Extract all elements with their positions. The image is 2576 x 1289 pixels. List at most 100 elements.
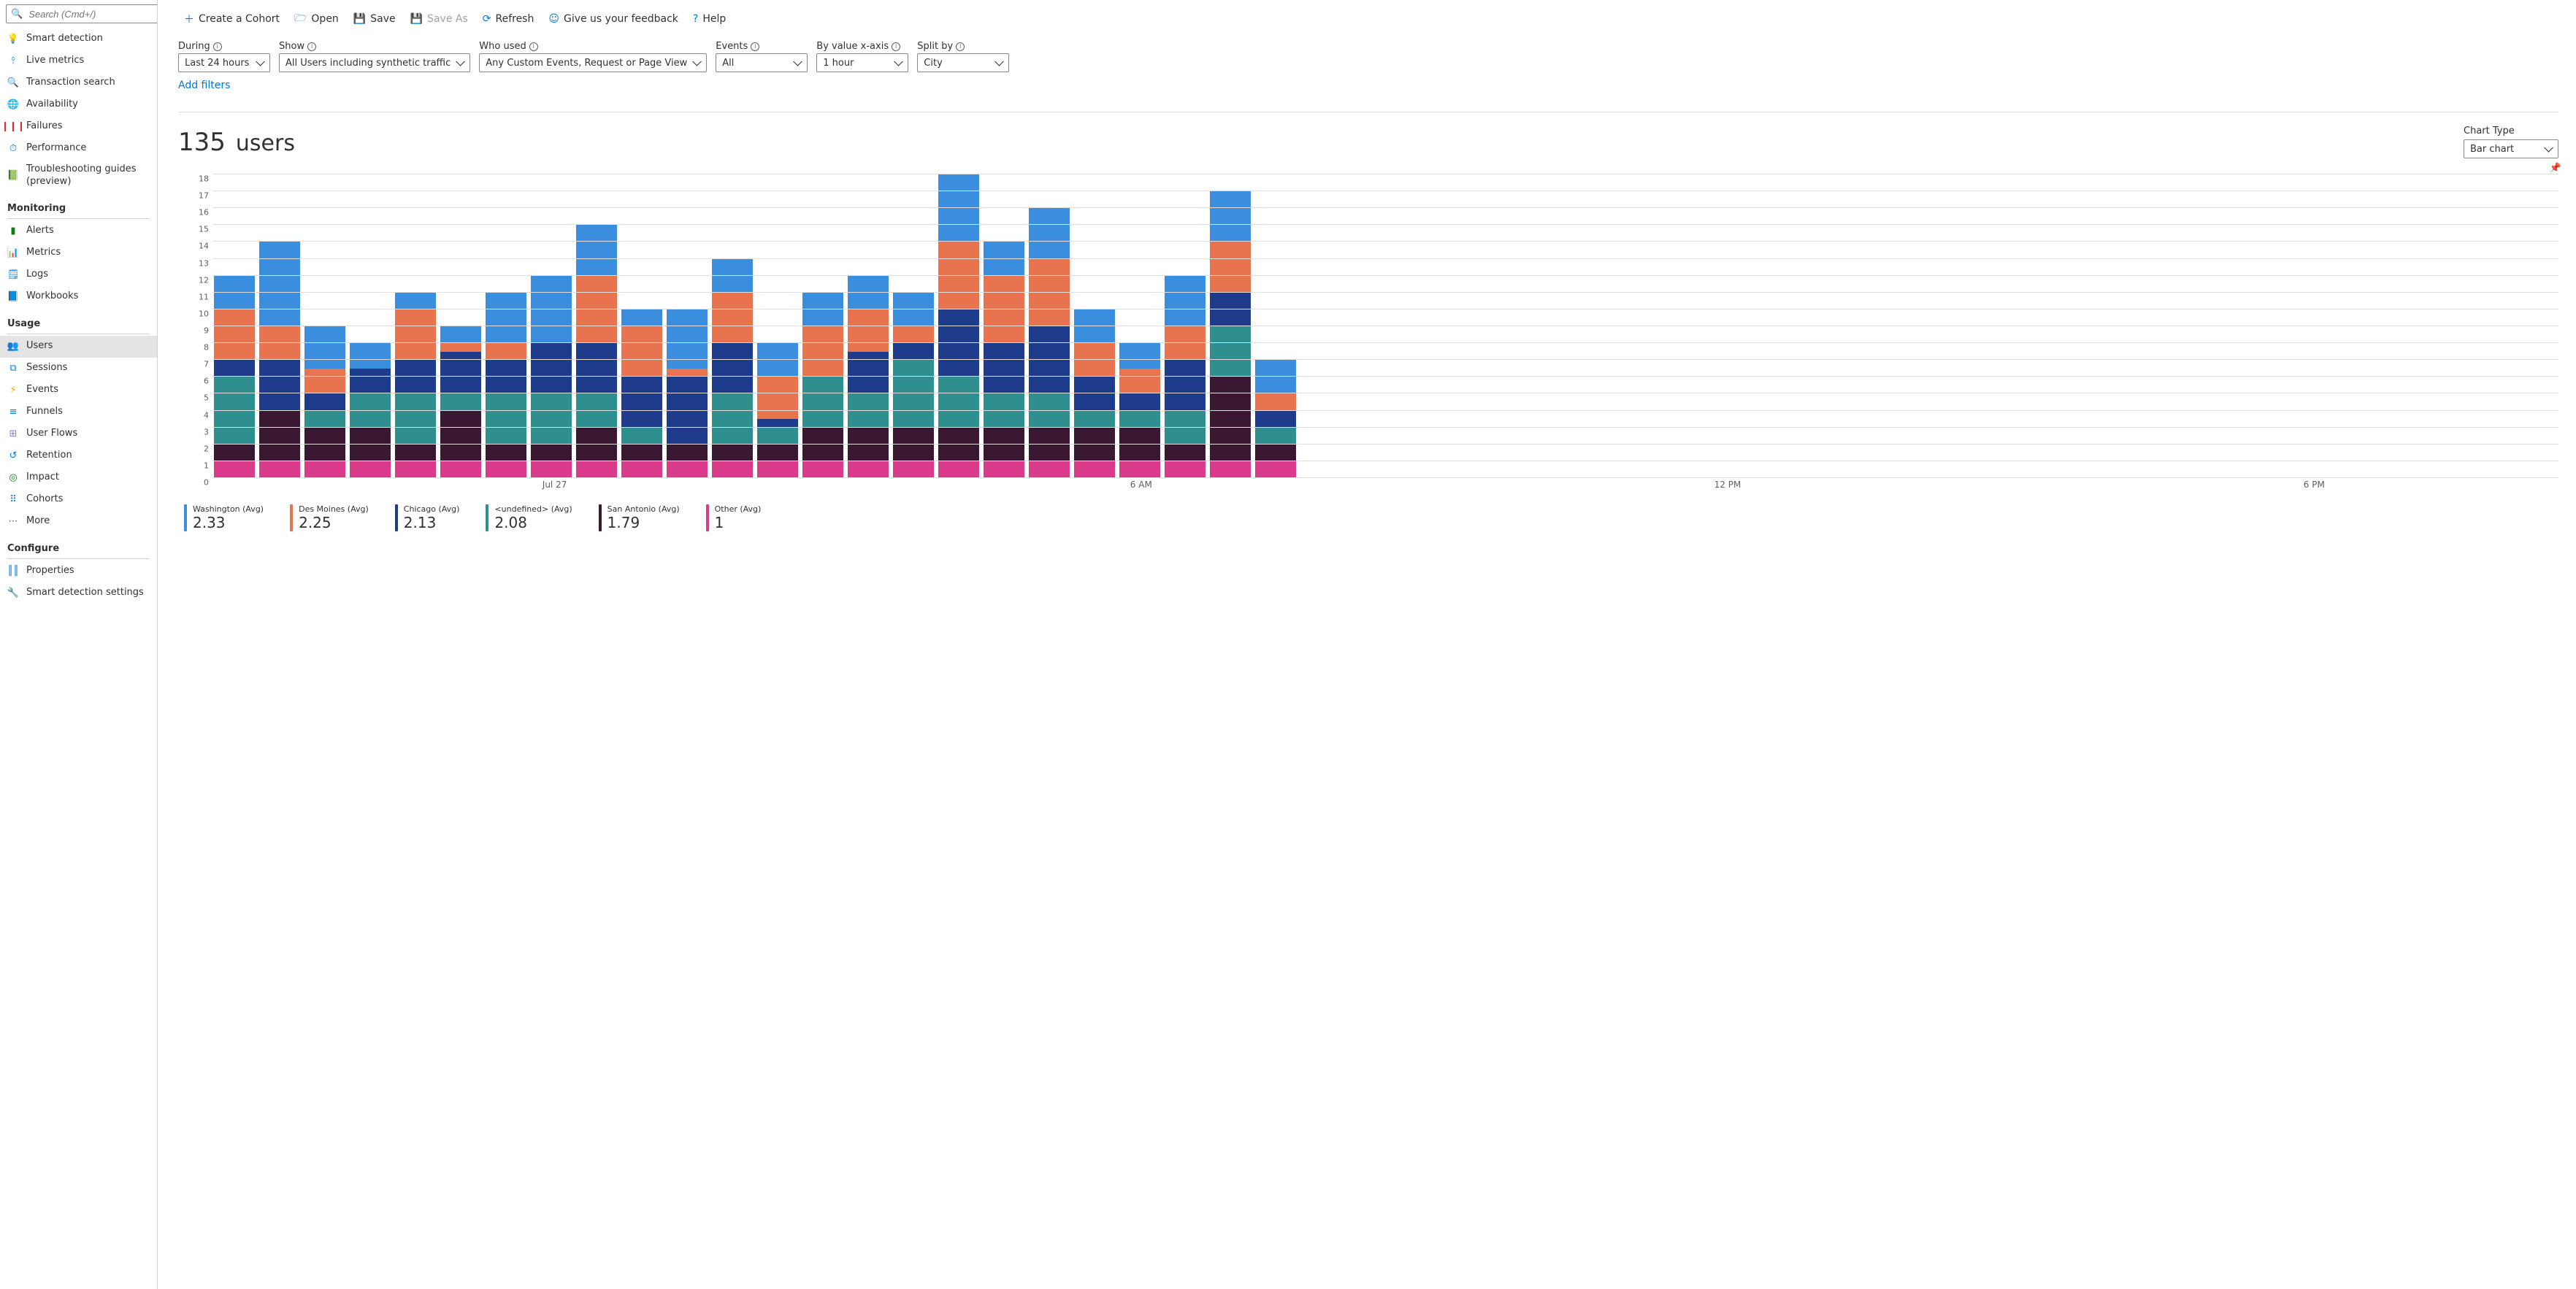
save-as-button: 💾 Save As xyxy=(405,10,474,28)
bar-segment-san_antonio xyxy=(984,428,1024,461)
nav-item-smart-detection-settings[interactable]: 🔧Smart detection settings xyxy=(0,582,157,604)
bar-segment-des_moines xyxy=(1210,242,1251,292)
nav-icon: ⧉ xyxy=(7,363,19,374)
who-used-label: Who usedi xyxy=(479,41,707,52)
bar-segment-undefined_ xyxy=(1029,393,1070,427)
legend-item-other[interactable]: Other (Avg)1 xyxy=(706,504,762,531)
bar-segment-chicago xyxy=(848,352,889,394)
help-button[interactable]: ? Help xyxy=(687,10,732,28)
nav-item-logs[interactable]: 🗒Logs xyxy=(0,264,157,286)
bar-segment-chicago xyxy=(214,360,255,377)
nav-label: Live metrics xyxy=(26,55,150,67)
bar-segment-des_moines xyxy=(214,309,255,360)
nav-item-availability[interactable]: 🌐Availability xyxy=(0,93,157,115)
y-tick: 8 xyxy=(204,343,209,353)
nav-item-user-flows[interactable]: ⊞User Flows xyxy=(0,423,157,445)
bar-segment-des_moines xyxy=(848,309,889,352)
bar-segment-undefined_ xyxy=(621,428,662,445)
bar-segment-chicago xyxy=(938,309,979,377)
feedback-button[interactable]: ☺ Give us your feedback xyxy=(543,10,684,28)
split-by-select[interactable]: City xyxy=(917,53,1009,72)
nav-item-troubleshooting-guides-preview[interactable]: 📗Troubleshooting guides (preview) xyxy=(0,159,157,193)
split-by-label: Split byi xyxy=(917,41,1009,52)
nav-item-sessions[interactable]: ⧉ Sessions xyxy=(0,358,157,380)
nav-icon: ↺ xyxy=(7,450,19,462)
nav-item-live-metrics[interactable]: ⫯Live metrics xyxy=(0,50,157,72)
divider xyxy=(7,218,150,219)
nav-item-failures[interactable]: ❙❙❙Failures xyxy=(0,115,157,137)
nav-item-more[interactable]: ⋯More xyxy=(0,511,157,533)
legend-name: <undefined> (Avg) xyxy=(494,504,572,514)
bar-segment-undefined_ xyxy=(757,428,798,445)
refresh-button[interactable]: ⟳ Refresh xyxy=(477,10,540,28)
bar-segment-washington xyxy=(350,343,391,369)
nav-label: Sessions xyxy=(26,362,150,374)
show-select[interactable]: All Users including synthetic traffic xyxy=(279,53,470,72)
filters-row: Duringi Last 24 hours Showi All Users in… xyxy=(178,41,2576,77)
toolbar-label: Help xyxy=(702,13,726,25)
bar-segment-washington xyxy=(1029,208,1070,258)
nav-label: Alerts xyxy=(26,225,150,237)
during-select[interactable]: Last 24 hours xyxy=(178,53,270,72)
nav-item-properties[interactable]: ║║Properties xyxy=(0,561,157,582)
nav-item-retention[interactable]: ↺ Retention xyxy=(0,445,157,467)
bar-segment-san_antonio xyxy=(1029,428,1070,461)
sidebar-search[interactable]: 🔍 xyxy=(6,4,158,23)
bar-segment-san_antonio xyxy=(576,428,617,461)
main-content: ＋ Create a Cohort 🗁 Open 💾 Save 💾 Save A… xyxy=(158,0,2576,1289)
nav-item-metrics[interactable]: 📊Metrics xyxy=(0,242,157,264)
nav-item-transaction-search[interactable]: 🔍Transaction search xyxy=(0,72,157,93)
users-count: 135 xyxy=(178,128,226,157)
sidebar-search-input[interactable] xyxy=(27,8,158,20)
legend-value: 1 xyxy=(715,514,762,531)
nav-item-funnels[interactable]: ≡Funnels xyxy=(0,401,157,423)
add-filters-link[interactable]: Add filters xyxy=(178,77,2576,99)
pin-chart-icon[interactable]: 📌 xyxy=(2550,163,2561,174)
bar-segment-washington xyxy=(1165,276,1205,326)
nav-item-alerts[interactable]: ▮Alerts xyxy=(0,220,157,242)
nav-label: Retention xyxy=(26,450,150,462)
nav-item-performance[interactable]: ⏱Performance xyxy=(0,137,157,159)
legend-item-des_moines[interactable]: Des Moines (Avg)2.25 xyxy=(290,504,369,531)
events-select[interactable]: All xyxy=(716,53,808,72)
bar-segment-des_moines xyxy=(1255,393,1296,410)
bar-segment-other xyxy=(531,461,572,478)
divider xyxy=(7,558,150,559)
legend-name: Des Moines (Avg) xyxy=(299,504,369,514)
bar-segment-chicago xyxy=(304,393,345,410)
nav-item-cohorts[interactable]: ⠿Cohorts xyxy=(0,489,157,511)
nav-label: Properties xyxy=(26,565,150,577)
legend-item-washington[interactable]: Washington (Avg)2.33 xyxy=(184,504,264,531)
chart-type-select[interactable]: Bar chart xyxy=(2464,139,2558,158)
legend-item-chicago[interactable]: Chicago (Avg)2.13 xyxy=(395,504,460,531)
save-button[interactable]: 💾 Save xyxy=(348,10,402,28)
bar-segment-des_moines xyxy=(984,276,1024,343)
gridline xyxy=(212,376,2558,377)
open-button[interactable]: 🗁 Open xyxy=(288,7,345,31)
gridline xyxy=(212,292,2558,293)
who-used-select[interactable]: Any Custom Events, Request or Page View xyxy=(479,53,707,72)
legend-item-san_antonio[interactable]: San Antonio (Avg)1.79 xyxy=(599,504,680,531)
gridline xyxy=(212,241,2558,242)
bar-column xyxy=(350,343,391,478)
nav-icon: ◎ xyxy=(7,472,19,484)
bar-segment-chicago xyxy=(1165,360,1205,410)
nav-label: Logs xyxy=(26,269,150,281)
create-cohort-button[interactable]: ＋ Create a Cohort xyxy=(178,9,285,29)
x-tick: 6 PM xyxy=(2304,480,2325,490)
y-tick: 6 xyxy=(204,377,209,386)
bar-segment-san_antonio xyxy=(1210,377,1251,461)
xaxis-label: By value x-axisi xyxy=(816,41,908,52)
nav-item-users[interactable]: 👥Users xyxy=(0,336,157,358)
bar-segment-washington xyxy=(712,259,753,293)
nav-item-workbooks[interactable]: 📘Workbooks xyxy=(0,286,157,308)
nav-item-events[interactable]: ⚡Events xyxy=(0,380,157,401)
nav-item-impact[interactable]: ◎Impact xyxy=(0,467,157,489)
bar-column xyxy=(1210,191,1251,478)
bar-segment-other xyxy=(304,461,345,478)
bar-segment-washington xyxy=(304,326,345,369)
nav-item-smart-detection[interactable]: 💡Smart detection xyxy=(0,28,157,50)
legend-name: Other (Avg) xyxy=(715,504,762,514)
legend-item-undefined_[interactable]: <undefined> (Avg)2.08 xyxy=(486,504,572,531)
xaxis-select[interactable]: 1 hour xyxy=(816,53,908,72)
